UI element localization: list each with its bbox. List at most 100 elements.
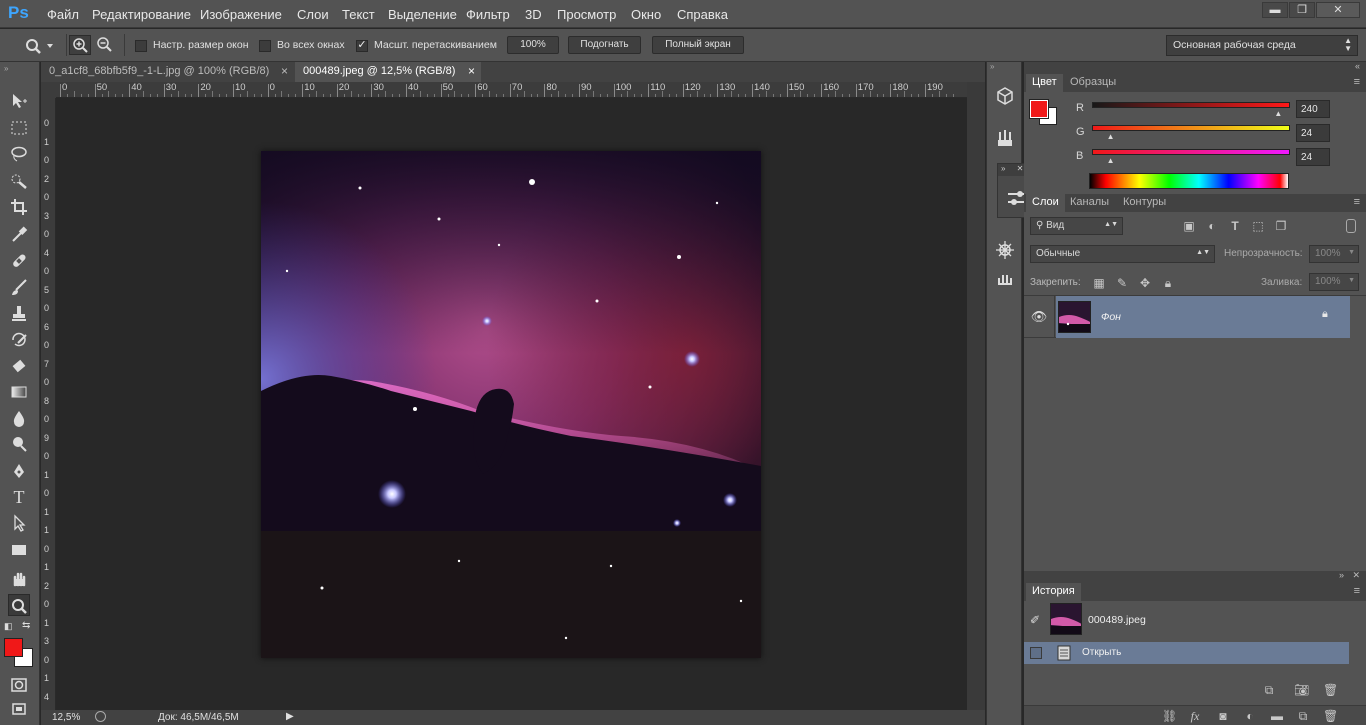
close-panel-icon[interactable]: ✕ [1352, 570, 1360, 581]
lock-all-icon[interactable]: 🔒︎ [1161, 276, 1175, 290]
tab-close-icon[interactable]: × [281, 64, 288, 78]
filter-pixel-icon[interactable]: ▣ [1182, 219, 1196, 233]
zoom-in-button[interactable] [69, 35, 91, 55]
restore-button[interactable]: ❐ [1289, 2, 1315, 18]
adjustment-layer-icon[interactable]: ◐ [1243, 709, 1257, 723]
history-source-checkbox[interactable] [1030, 647, 1042, 659]
blend-mode-select[interactable]: Обычные ▲▼ [1030, 245, 1215, 263]
filter-toggle-icon[interactable] [1346, 219, 1356, 233]
new-document-from-state-icon[interactable]: ⧉ [1262, 683, 1276, 697]
3d-panel-icon[interactable] [995, 86, 1015, 106]
menu-type[interactable]: Текст [342, 7, 375, 22]
menu-window[interactable]: Окно [631, 7, 661, 22]
tab-channels[interactable]: Каналы [1064, 194, 1115, 212]
zoom-level[interactable]: 12,5% [52, 712, 80, 723]
collapse-icon[interactable]: » [990, 62, 994, 71]
filter-type-icon[interactable]: T [1228, 219, 1242, 233]
tab-swatches[interactable]: Образцы [1064, 74, 1122, 92]
history-brush-source-icon[interactable]: ✐ [1030, 613, 1040, 627]
history-snapshot-row[interactable]: ✐ 000489.jpeg [1024, 601, 1349, 641]
collapse-icon[interactable]: » [4, 64, 8, 73]
pen-tool[interactable] [8, 460, 30, 482]
menu-view[interactable]: Просмотр [557, 7, 616, 22]
layer-row-selected[interactable]: Фон 🔒︎ [1056, 296, 1350, 338]
zoom-tool[interactable] [8, 594, 30, 616]
foreground-color-swatch[interactable] [4, 638, 23, 657]
blur-tool[interactable] [8, 407, 30, 429]
status-menu-arrow-icon[interactable]: ▶ [286, 711, 294, 722]
new-layer-icon[interactable]: ⧉ [1296, 709, 1310, 723]
quick-selection-tool[interactable] [8, 170, 30, 192]
vertical-scrollbar[interactable] [967, 82, 985, 710]
layer-filter-select[interactable]: ⚲ Вид ▲▼ [1030, 217, 1123, 235]
g-slider-handle[interactable]: ▲ [1107, 132, 1115, 141]
tab-layers[interactable]: Слои [1026, 194, 1065, 212]
close-window-button[interactable]: ✕ [1316, 2, 1360, 18]
crop-tool[interactable] [8, 196, 30, 218]
layer-row[interactable]: 👁︎ Фон 🔒︎ [1024, 296, 1350, 338]
history-brush-tool[interactable] [8, 329, 30, 351]
rectangle-tool[interactable] [8, 539, 30, 561]
g-value-field[interactable]: 24 [1296, 124, 1330, 142]
default-colors-icon[interactable]: ◧ [4, 621, 13, 632]
document-image[interactable] [261, 151, 761, 658]
lock-image-icon[interactable]: ✎ [1115, 276, 1129, 290]
minimize-button[interactable]: ▬ [1262, 2, 1288, 18]
healing-brush-tool[interactable] [8, 250, 30, 272]
fit-screen-button[interactable]: Подогнать [568, 36, 641, 54]
lasso-tool[interactable] [8, 143, 30, 165]
tab-paths[interactable]: Контуры [1117, 194, 1172, 212]
clone-stamp-tool[interactable] [8, 302, 30, 324]
trash-icon[interactable]: 🗑︎ [1323, 683, 1338, 697]
move-tool[interactable] [8, 90, 30, 112]
panel-menu-icon[interactable]: ≡ [1354, 196, 1360, 208]
tab-color[interactable]: Цвет [1026, 74, 1063, 92]
status-info-icon[interactable] [95, 711, 106, 722]
link-icon[interactable]: ⛓︎ [1162, 709, 1177, 723]
r-value-field[interactable]: 240 [1296, 100, 1330, 118]
menu-filter[interactable]: Фильтр [466, 7, 510, 22]
menu-select[interactable]: Выделение [388, 7, 457, 22]
tab-close-icon[interactable]: × [468, 64, 475, 78]
history-state-row[interactable]: Открыть [1024, 642, 1349, 664]
tab-document-1[interactable]: 0_a1cf8_68bfb5f9_-1-L.jpg @ 100% (RGB/8)… [41, 62, 294, 82]
marquee-tool[interactable] [8, 117, 30, 139]
compass-icon[interactable] [995, 240, 1015, 260]
fill-field[interactable]: 100% ▼ [1309, 273, 1359, 291]
lock-position-icon[interactable]: ✥ [1138, 276, 1152, 290]
camera-icon[interactable]: 📷︎ [1294, 683, 1309, 697]
scrubby-zoom-checkbox[interactable]: ✓ [356, 40, 368, 52]
fx-icon[interactable]: fx [1188, 709, 1202, 723]
opacity-field[interactable]: 100% ▼ [1309, 245, 1359, 263]
r-slider-track[interactable] [1092, 102, 1290, 108]
zoom-out-button[interactable] [94, 35, 116, 55]
layer-mask-icon[interactable]: ◙ [1216, 709, 1230, 723]
actions-panel-icon[interactable] [995, 268, 1015, 288]
filter-shape-icon[interactable]: ⬚ [1251, 219, 1265, 233]
panel-menu-icon[interactable]: ≡ [1354, 76, 1360, 88]
folder-icon[interactable]: ▬ [1270, 709, 1284, 723]
menu-3d[interactable]: 3D [525, 7, 542, 22]
workspace-select[interactable]: Основная рабочая среда ▲ ▼ [1166, 35, 1358, 56]
b-slider-track[interactable] [1092, 149, 1290, 155]
fill-screen-button[interactable]: Полный экран [652, 36, 744, 54]
brush-presets-icon[interactable] [995, 128, 1015, 148]
b-slider-handle[interactable]: ▲ [1107, 156, 1115, 165]
filter-adjustment-icon[interactable]: ◐ [1205, 219, 1219, 233]
layer-name[interactable]: Фон [1101, 311, 1121, 323]
brush-tool[interactable] [8, 276, 30, 298]
color-panel-foreground-swatch[interactable] [1029, 99, 1049, 119]
trash-icon[interactable]: 🗑︎ [1323, 709, 1338, 723]
b-value-field[interactable]: 24 [1296, 148, 1330, 166]
resize-windows-checkbox[interactable] [135, 40, 147, 52]
tab-history[interactable]: История [1026, 583, 1081, 601]
menu-image[interactable]: Изображение [200, 7, 282, 22]
dodge-tool[interactable] [8, 433, 30, 455]
all-windows-checkbox[interactable] [259, 40, 271, 52]
collapse-icon[interactable]: » [1339, 570, 1344, 580]
menu-layers[interactable]: Слои [297, 7, 329, 22]
menu-help[interactable]: Справка [677, 7, 728, 22]
r-slider-handle[interactable]: ▲ [1274, 109, 1282, 118]
eyedropper-tool[interactable] [8, 223, 30, 245]
swap-colors-icon[interactable]: ⇆ [22, 620, 30, 631]
